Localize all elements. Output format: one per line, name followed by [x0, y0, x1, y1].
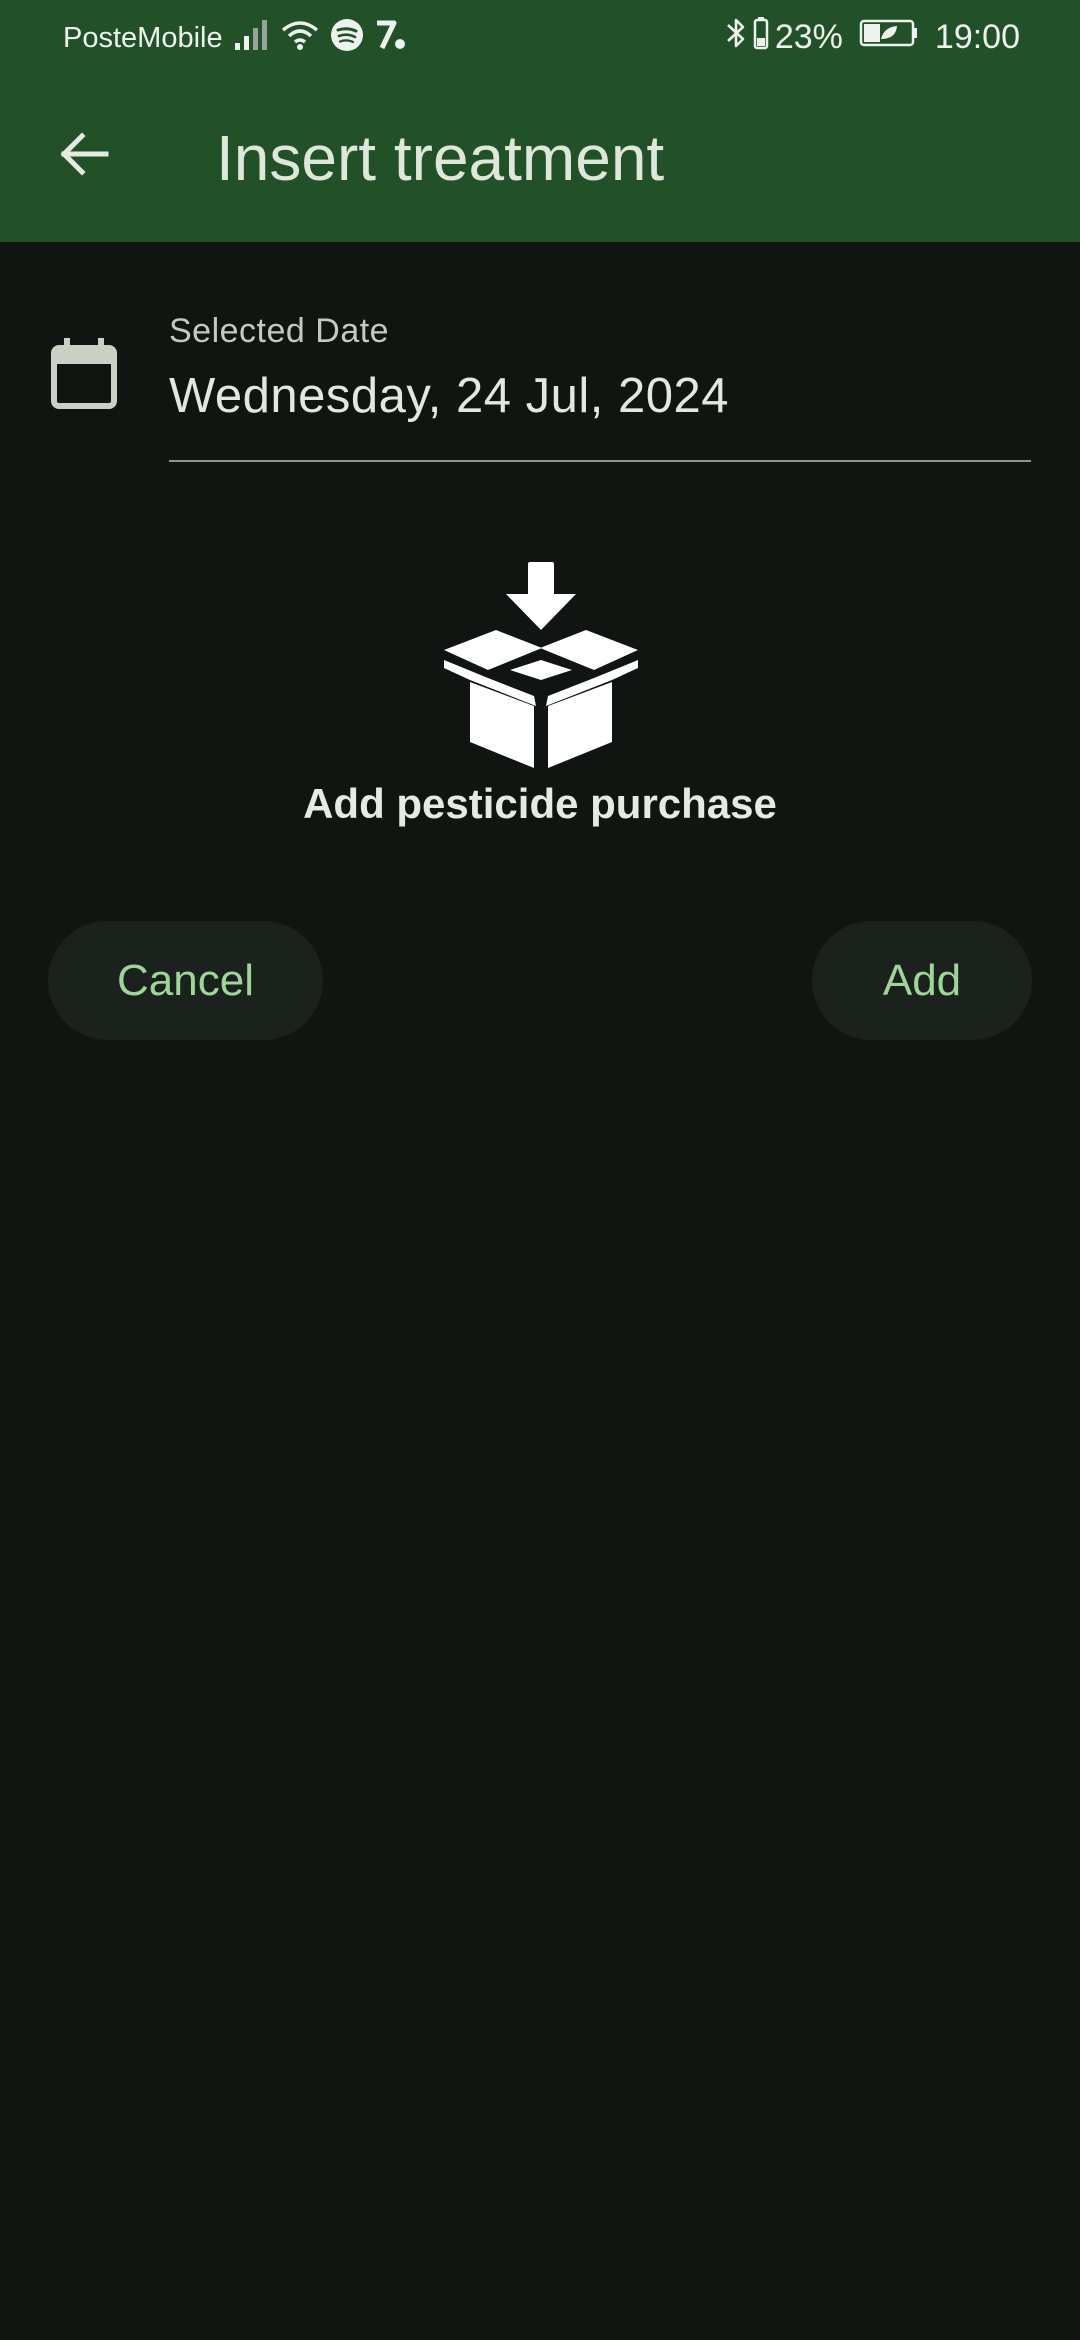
battery-icon [753, 16, 769, 59]
add-pesticide-purchase-button[interactable]: Add pesticide purchase [290, 540, 790, 840]
page-title: Insert treatment [216, 122, 665, 194]
signal-icon [234, 19, 270, 59]
bluetooth-icon [725, 16, 747, 59]
battery-percent: 23% [774, 18, 843, 56]
carrier-name: PosteMobile [63, 22, 223, 54]
box-download-icon [440, 550, 640, 775]
status-icons-left [234, 18, 408, 60]
battery-saver-icon [859, 18, 919, 57]
wifi-icon [280, 19, 320, 59]
app-notification-icon [374, 18, 408, 60]
spotify-icon [330, 18, 364, 60]
add-pesticide-purchase-label: Add pesticide purchase [303, 780, 777, 827]
arrow-left-icon [56, 126, 112, 187]
status-icons-right: 23% 19:00 [725, 16, 1020, 59]
date-field-label: Selected Date [169, 312, 390, 350]
app-bar: PosteMobile 23% 19:00 Insert treatment [0, 0, 1080, 242]
cancel-button[interactable]: Cancel [48, 921, 323, 1040]
add-button[interactable]: Add [812, 921, 1032, 1040]
clock: 19:00 [934, 18, 1020, 56]
date-field[interactable]: Selected Date Wednesday, 24 Jul, 2024 [169, 306, 1031, 462]
status-bar: PosteMobile 23% 19:00 [0, 0, 1080, 76]
date-field-value: Wednesday, 24 Jul, 2024 [169, 369, 729, 423]
back-button[interactable] [40, 112, 128, 200]
calendar-icon [50, 338, 118, 415]
